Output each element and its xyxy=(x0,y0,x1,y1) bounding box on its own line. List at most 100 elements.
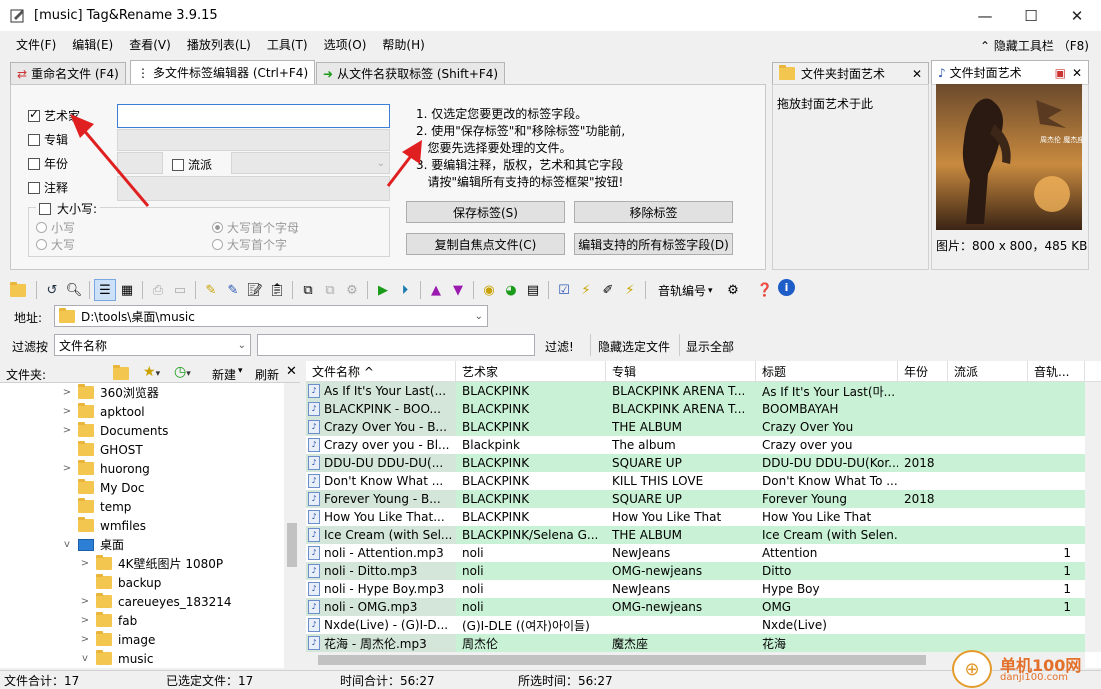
table-row[interactable]: ♪ Crazy Over You - B... BLACKPINK THE ALBUM… xyxy=(306,418,1101,436)
tree-item[interactable]: > apktool xyxy=(0,402,300,421)
chevron-right-icon[interactable]: > xyxy=(78,558,92,569)
tree-item[interactable]: v music xyxy=(0,649,300,668)
close-icon[interactable]: ✕ xyxy=(1072,66,1082,80)
maximize-button[interactable]: ☐ xyxy=(1008,0,1054,31)
menu-file[interactable]: 文件(F) xyxy=(8,36,64,53)
search-icon[interactable]: 🔍︎ xyxy=(63,279,85,301)
table-row[interactable]: ♪ As If It's Your Last(... BLACKPINK BLACKP… xyxy=(306,382,1101,400)
column-header[interactable]: 年份 xyxy=(898,361,948,381)
open-folder-icon[interactable] xyxy=(10,279,32,301)
chevron-right-icon[interactable]: > xyxy=(78,634,92,645)
close-icon[interactable]: ✕ xyxy=(912,67,922,81)
tree-view-icon[interactable]: ☰ xyxy=(94,279,116,301)
info-icon[interactable]: i xyxy=(778,279,795,296)
cd-icon[interactable]: ◉ xyxy=(478,279,500,301)
check-list-icon[interactable]: ☑ xyxy=(553,279,575,301)
case-checkbox[interactable] xyxy=(39,202,51,215)
window-icon[interactable]: ▤ xyxy=(522,279,544,301)
field-artist[interactable]: 艺术家 xyxy=(28,107,80,124)
play-icon[interactable]: ▶ xyxy=(372,279,394,301)
year-checkbox[interactable] xyxy=(28,157,40,170)
menu-options[interactable]: 选项(O) xyxy=(316,36,375,53)
edit-all-fields-button[interactable]: 编辑支持的所有标签字段(D) xyxy=(574,233,733,255)
table-row[interactable]: ♪ noli - Hype Boy.mp3 noli NewJeans Hype Boy… xyxy=(306,580,1101,598)
table-row[interactable]: ♪ noli - Ditto.mp3 noli OMG-newjeans Ditto 1 xyxy=(306,562,1101,580)
batch-lightning-icon[interactable]: ⚡ xyxy=(619,279,641,301)
filter-input[interactable] xyxy=(257,334,535,356)
chevron-down-icon[interactable]: v xyxy=(78,653,92,664)
tree-item[interactable]: v 桌面 xyxy=(0,535,300,554)
lightning-icon[interactable]: ⚡ xyxy=(575,279,597,301)
options-icon[interactable]: ⚙ xyxy=(722,279,744,301)
chevron-right-icon[interactable]: > xyxy=(78,615,92,626)
tree-item[interactable]: >4K壁纸图片 1080P xyxy=(0,554,300,573)
print-icon[interactable]: ⎙ xyxy=(147,279,169,301)
table-row[interactable]: ♪ Don't Know What ... BLACKPINK KILL THIS L… xyxy=(306,472,1101,490)
remove-tags-button[interactable]: 移除标签 xyxy=(574,201,733,223)
scrollbar-thumb[interactable] xyxy=(318,655,926,665)
menu-view[interactable]: 查看(V) xyxy=(121,36,179,53)
column-header[interactable]: 文件名称 ^ xyxy=(306,361,456,381)
chevron-right-icon[interactable]: > xyxy=(60,463,74,474)
paste-icon[interactable]: ⧉ xyxy=(319,279,341,301)
move-down-icon[interactable]: ▼ xyxy=(447,279,469,301)
case-capitalize-first-letter[interactable]: 大写首个字母 xyxy=(212,219,299,236)
field-album[interactable]: 专辑 xyxy=(28,131,68,148)
genre-select[interactable]: ⌄ xyxy=(231,152,390,174)
copy-from-focused-button[interactable]: 复制自焦点文件(C) xyxy=(406,233,565,255)
save-tags-button[interactable]: 保存标签(S) xyxy=(406,201,565,223)
album-checkbox[interactable] xyxy=(28,133,40,146)
menu-tools[interactable]: 工具(T) xyxy=(259,36,316,53)
menu-playlist[interactable]: 播放列表(L) xyxy=(179,36,259,53)
column-header[interactable]: 艺术家 xyxy=(456,361,606,381)
year-input[interactable] xyxy=(117,152,163,174)
favorites-star-icon[interactable]: ★▾ xyxy=(143,364,160,380)
table-row[interactable]: ♪ 花海 - 周杰伦.mp3 周杰伦 魔杰座 花海 xyxy=(306,634,1101,652)
track-number-dropdown[interactable]: 音轨编号 ▾ xyxy=(658,282,713,299)
tab-file-cover[interactable]: ♪ 文件封面艺术 ▣ ✕ xyxy=(931,60,1089,84)
chevron-down-icon[interactable]: ⌄ xyxy=(475,311,483,322)
album-input[interactable] xyxy=(117,129,390,151)
table-row[interactable]: ♪ Nxde(Live) - (G)I-D... (G)I-DLE ((여자)아이들… xyxy=(306,616,1101,634)
move-up-icon[interactable]: ▲ xyxy=(425,279,447,301)
capitalize-letter-radio[interactable] xyxy=(212,222,223,233)
tree-item[interactable]: >360浏览器 xyxy=(0,383,300,402)
case-lower[interactable]: 小写 xyxy=(36,219,75,236)
column-header[interactable]: 专辑 xyxy=(606,361,756,381)
pen-blue-icon[interactable]: ✎ xyxy=(222,279,244,301)
case-capitalize-first-word[interactable]: 大写首个字 xyxy=(212,236,287,253)
tab-folder-cover[interactable]: 文件夹封面艺术 ✕ xyxy=(772,62,929,84)
table-row[interactable]: ♪ DDU-DU DDU-DU(... BLACKPINK SQUARE UP DDU-… xyxy=(306,454,1101,472)
chevron-right-icon[interactable]: > xyxy=(60,425,74,436)
column-header[interactable]: 标题 xyxy=(756,361,898,381)
tree-item[interactable]: wmfiles xyxy=(0,516,300,535)
history-icon[interactable]: ◷▾ xyxy=(174,364,191,380)
settings-grey-icon[interactable]: ⚙ xyxy=(341,279,363,301)
table-row[interactable]: ♪ noli - Attention.mp3 noli NewJeans Attenti… xyxy=(306,544,1101,562)
chevron-down-icon[interactable]: v xyxy=(60,539,74,550)
genre-checkbox[interactable] xyxy=(172,158,184,171)
filter-field-select[interactable]: 文件名称 ⌄ xyxy=(54,334,251,356)
tree-item[interactable]: > image xyxy=(0,630,300,649)
apply-filter-button[interactable]: 过滤! xyxy=(545,338,574,355)
grid-view-icon[interactable]: ▦ xyxy=(116,279,138,301)
tab-rename[interactable]: ⇄ 重命名文件 (F4) xyxy=(10,62,126,84)
tree-item[interactable]: GHOST xyxy=(0,440,300,459)
artist-input[interactable] xyxy=(117,104,390,128)
play-selected-icon[interactable]: ⏵ xyxy=(394,279,416,301)
copy-icon[interactable]: ⧉ xyxy=(297,279,319,301)
column-header[interactable]: 流派 xyxy=(948,361,1028,381)
upper-radio[interactable] xyxy=(36,239,47,250)
close-icon[interactable]: ✕ xyxy=(286,364,297,379)
field-year[interactable]: 年份 xyxy=(28,155,68,172)
menu-edit[interactable]: 编辑(E) xyxy=(64,36,121,53)
show-all-button[interactable]: 显示全部 xyxy=(686,338,734,355)
case-toggle[interactable]: 大小写: xyxy=(36,200,101,217)
image-icon[interactable]: ▣ xyxy=(1055,66,1066,80)
address-field[interactable]: D:\tools\桌面\music ⌄ xyxy=(54,305,488,327)
column-header[interactable]: 音轨... xyxy=(1028,361,1085,381)
comment-checkbox[interactable] xyxy=(28,181,40,194)
globe-icon[interactable]: ◕ xyxy=(500,279,522,301)
tree-item[interactable]: > fab xyxy=(0,611,300,630)
clipboard-icon[interactable]: 📋︎ xyxy=(266,279,288,301)
